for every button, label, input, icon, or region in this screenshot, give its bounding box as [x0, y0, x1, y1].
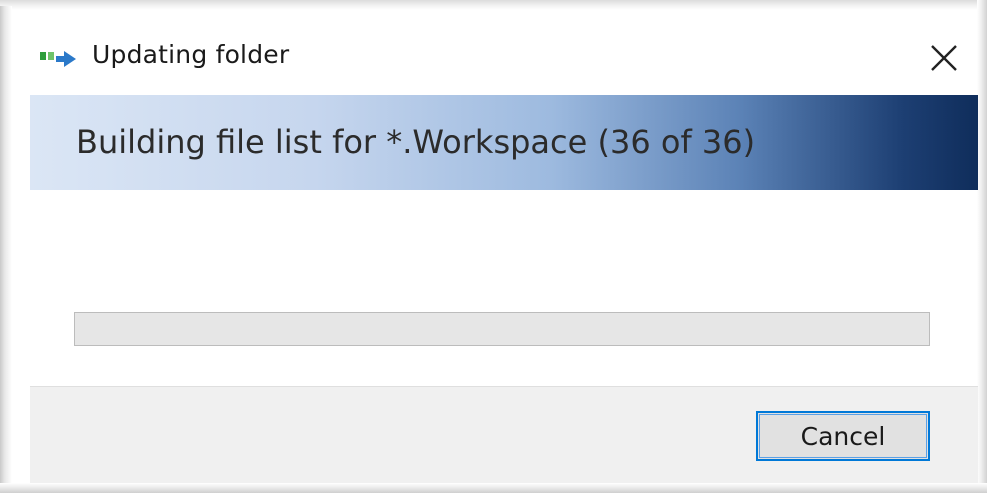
shadow-top: [0, 0, 987, 10]
title-bar[interactable]: Updating folder: [12, 10, 977, 94]
close-icon: [931, 45, 957, 71]
dialog-frame: Updating folder Building file list for *…: [0, 0, 987, 493]
status-banner: Building file list for *.Workspace (36 o…: [30, 95, 978, 190]
progress-bar: [74, 312, 930, 346]
button-footer: Cancel: [30, 386, 978, 483]
updating-folder-dialog: Updating folder Building file list for *…: [12, 10, 978, 483]
close-button[interactable]: [926, 40, 962, 76]
window-title: Updating folder: [92, 40, 290, 69]
shadow-left: [0, 6, 12, 487]
folder-update-icon: [40, 48, 80, 72]
status-text: Building file list for *.Workspace (36 o…: [76, 123, 756, 161]
cancel-button[interactable]: Cancel: [756, 411, 930, 461]
shadow-bottom: [0, 483, 987, 493]
cancel-button-label: Cancel: [800, 421, 886, 451]
shadow-right: [977, 0, 987, 493]
